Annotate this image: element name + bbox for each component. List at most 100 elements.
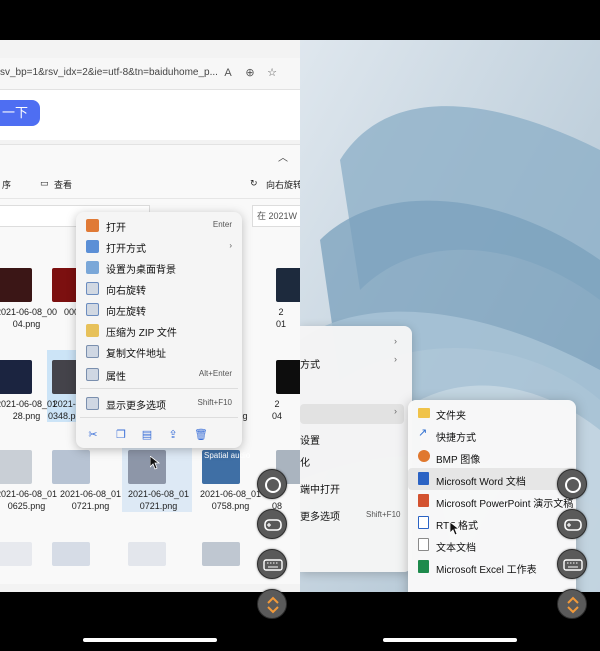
sort-button[interactable]: 序 — [2, 178, 11, 191]
menu-item-personalize[interactable]: 化 — [300, 454, 310, 469]
cut-icon[interactable]: ✂ — [86, 428, 100, 442]
thumbnail[interactable] — [0, 268, 32, 302]
collapse-chevron-icon[interactable]: ︿ — [278, 149, 288, 164]
right-pane-desktop: 方式 › › › 设置 化 端中打开 更多选项 Shift+F10 文件夹 ↗ … — [300, 40, 600, 592]
new-submenu: 文件夹 ↗ 快捷方式 BMP 图像 Microsoft Word 文档 Micr… — [408, 400, 576, 592]
thumbnail[interactable] — [202, 542, 240, 566]
thumbnail[interactable] — [52, 542, 90, 566]
home-indicator[interactable] — [383, 638, 517, 642]
thumbnail-label: 2021-06-08_00 04.png — [0, 307, 58, 329]
delete-icon[interactable]: 🗑 — [194, 428, 208, 442]
thumbnail[interactable] — [0, 542, 32, 566]
up-down-chevron-icon — [567, 596, 579, 614]
left-pane-explorer-window: sv_bp=1&rsv_idx=2&ie=utf-8&tn=baiduhome_… — [0, 40, 300, 592]
thumbnail-label: 2 04 — [272, 399, 283, 421]
submenu-item-excel[interactable]: Microsoft Excel 工作表 — [408, 556, 576, 578]
thumbnail[interactable] — [276, 360, 300, 394]
search-area: 一下 — [0, 90, 300, 140]
mouse-cursor-icon — [450, 522, 460, 536]
menu-action-row: ✂ ❐ ▤ ⇪ 🗑 — [76, 424, 242, 446]
show-more-icon — [86, 397, 99, 410]
text-document-icon — [418, 538, 429, 551]
home-indicator[interactable] — [83, 638, 217, 642]
shortcut-label: Shift+F10 — [366, 510, 401, 519]
thumbnail[interactable] — [0, 360, 32, 394]
zip-icon — [86, 324, 99, 337]
powerpoint-icon — [418, 494, 429, 507]
keyboard-button[interactable] — [557, 549, 587, 579]
menu-item-show-more[interactable]: 更多选项 — [300, 508, 340, 523]
submenu-item-text[interactable]: 文本文档 — [408, 534, 576, 556]
menu-item-open-with[interactable]: 打开方式 › — [76, 236, 242, 257]
gamepad-button[interactable] — [257, 509, 287, 539]
submenu-chevron-icon: › — [394, 336, 397, 346]
home-circle-button[interactable] — [557, 469, 587, 499]
keyboard-button[interactable] — [257, 549, 287, 579]
browser-address-bar[interactable]: sv_bp=1&rsv_idx=2&ie=utf-8&tn=baiduhome_… — [0, 58, 300, 90]
search-button[interactable]: 一下 — [0, 100, 40, 126]
up-down-chevron-icon — [267, 596, 279, 614]
folder-icon — [418, 408, 430, 418]
menu-item-open-terminal[interactable]: 端中打开 — [300, 481, 340, 496]
circle-icon — [265, 477, 281, 493]
gamepad-button[interactable] — [557, 509, 587, 539]
thumbnail[interactable] — [276, 268, 300, 302]
shortcut-arrow-icon: ↗ — [418, 427, 428, 439]
copy-icon[interactable]: ❐ — [114, 428, 128, 442]
menu-item-settings[interactable]: 设置 — [300, 432, 320, 447]
rename-icon[interactable]: ▤ — [140, 428, 154, 442]
share-icon[interactable]: ⇪ — [166, 428, 180, 442]
split-screen-root: sv_bp=1&rsv_idx=2&ie=utf-8&tn=baiduhome_… — [0, 0, 600, 651]
menu-item-open-with[interactable]: 方式 — [300, 356, 320, 371]
explorer-search-box[interactable]: 在 2021W — [252, 205, 300, 227]
menu-item-new-highlight[interactable] — [300, 404, 404, 424]
thumbnail-label: 2021-06-08_01 0721.png — [60, 489, 122, 511]
submenu-item-powerpoint[interactable]: Microsoft PowerPoint 演示文稿 — [408, 490, 576, 512]
scroll-button[interactable] — [557, 589, 587, 619]
menu-item-show-more[interactable]: 显示更多选项 Shift+F10 — [76, 393, 242, 414]
submenu-item-bmp[interactable]: BMP 图像 — [408, 446, 576, 468]
menu-item-properties[interactable]: 属性 Alt+Enter — [76, 364, 242, 385]
bmp-icon — [418, 450, 430, 462]
scroll-button[interactable] — [257, 589, 287, 619]
view-button-icon[interactable]: ▭ — [40, 178, 49, 189]
thumbnail-label: 2021-06-08_01 0758.png — [200, 489, 262, 511]
submenu-item-folder[interactable]: 文件夹 — [408, 402, 576, 424]
gamepad-icon — [264, 519, 282, 531]
menu-separator — [80, 417, 238, 418]
keyboard-icon — [263, 559, 283, 571]
submenu-item-shortcut[interactable]: ↗ 快捷方式 — [408, 424, 576, 446]
submenu-item-word[interactable]: Microsoft Word 文档 — [408, 468, 576, 490]
word-icon — [418, 472, 429, 485]
gamepad-icon — [564, 519, 582, 531]
menu-item-copy-path[interactable]: 复制文件地址 — [76, 341, 242, 362]
rotate-right-icon[interactable]: ↻ — [250, 178, 258, 189]
keyboard-icon — [563, 559, 583, 571]
submenu-item-rtf[interactable]: RTF 格式 — [408, 512, 576, 534]
thumbnail[interactable] — [128, 450, 166, 484]
thumbnail-label: 2021-06-08_01 0721.png — [128, 489, 190, 511]
submenu-chevron-icon: › — [394, 406, 397, 416]
excel-icon — [418, 560, 429, 573]
copy-path-icon — [86, 345, 99, 358]
submenu-chevron-icon: › — [394, 354, 397, 364]
menu-item-compress-zip[interactable]: 压缩为 ZIP 文件 — [76, 320, 242, 341]
favorite-icon[interactable]: ☆ — [264, 65, 280, 81]
properties-icon — [86, 368, 99, 381]
rotate-right-button[interactable]: 向右旋转 — [266, 178, 300, 191]
read-aloud-icon[interactable]: A — [220, 65, 236, 81]
menu-item-set-wallpaper[interactable]: 设置为桌面背景 — [76, 257, 242, 278]
menu-item-rotate-right[interactable]: 向右旋转 — [76, 278, 242, 299]
menu-item-open[interactable]: 打开 Enter — [76, 215, 242, 236]
url-text[interactable]: sv_bp=1&rsv_idx=2&ie=utf-8&tn=baiduhome_… — [0, 67, 218, 78]
thumbnail[interactable] — [128, 542, 166, 566]
thumbnail[interactable] — [52, 450, 90, 484]
file-context-menu: 打开 Enter 打开方式 › 设置为桌面背景 向右旋转 向左旋转 压缩为 ZI… — [76, 212, 242, 448]
open-icon — [86, 219, 99, 232]
desktop-context-menu: 方式 › › › 设置 化 端中打开 更多选项 Shift+F10 — [300, 326, 412, 572]
menu-item-rotate-left[interactable]: 向左旋转 — [76, 299, 242, 320]
thumbnail[interactable] — [0, 450, 32, 484]
view-button[interactable]: 查看 — [54, 178, 72, 191]
home-circle-button[interactable] — [257, 469, 287, 499]
zoom-icon[interactable]: ⊕ — [242, 65, 258, 81]
